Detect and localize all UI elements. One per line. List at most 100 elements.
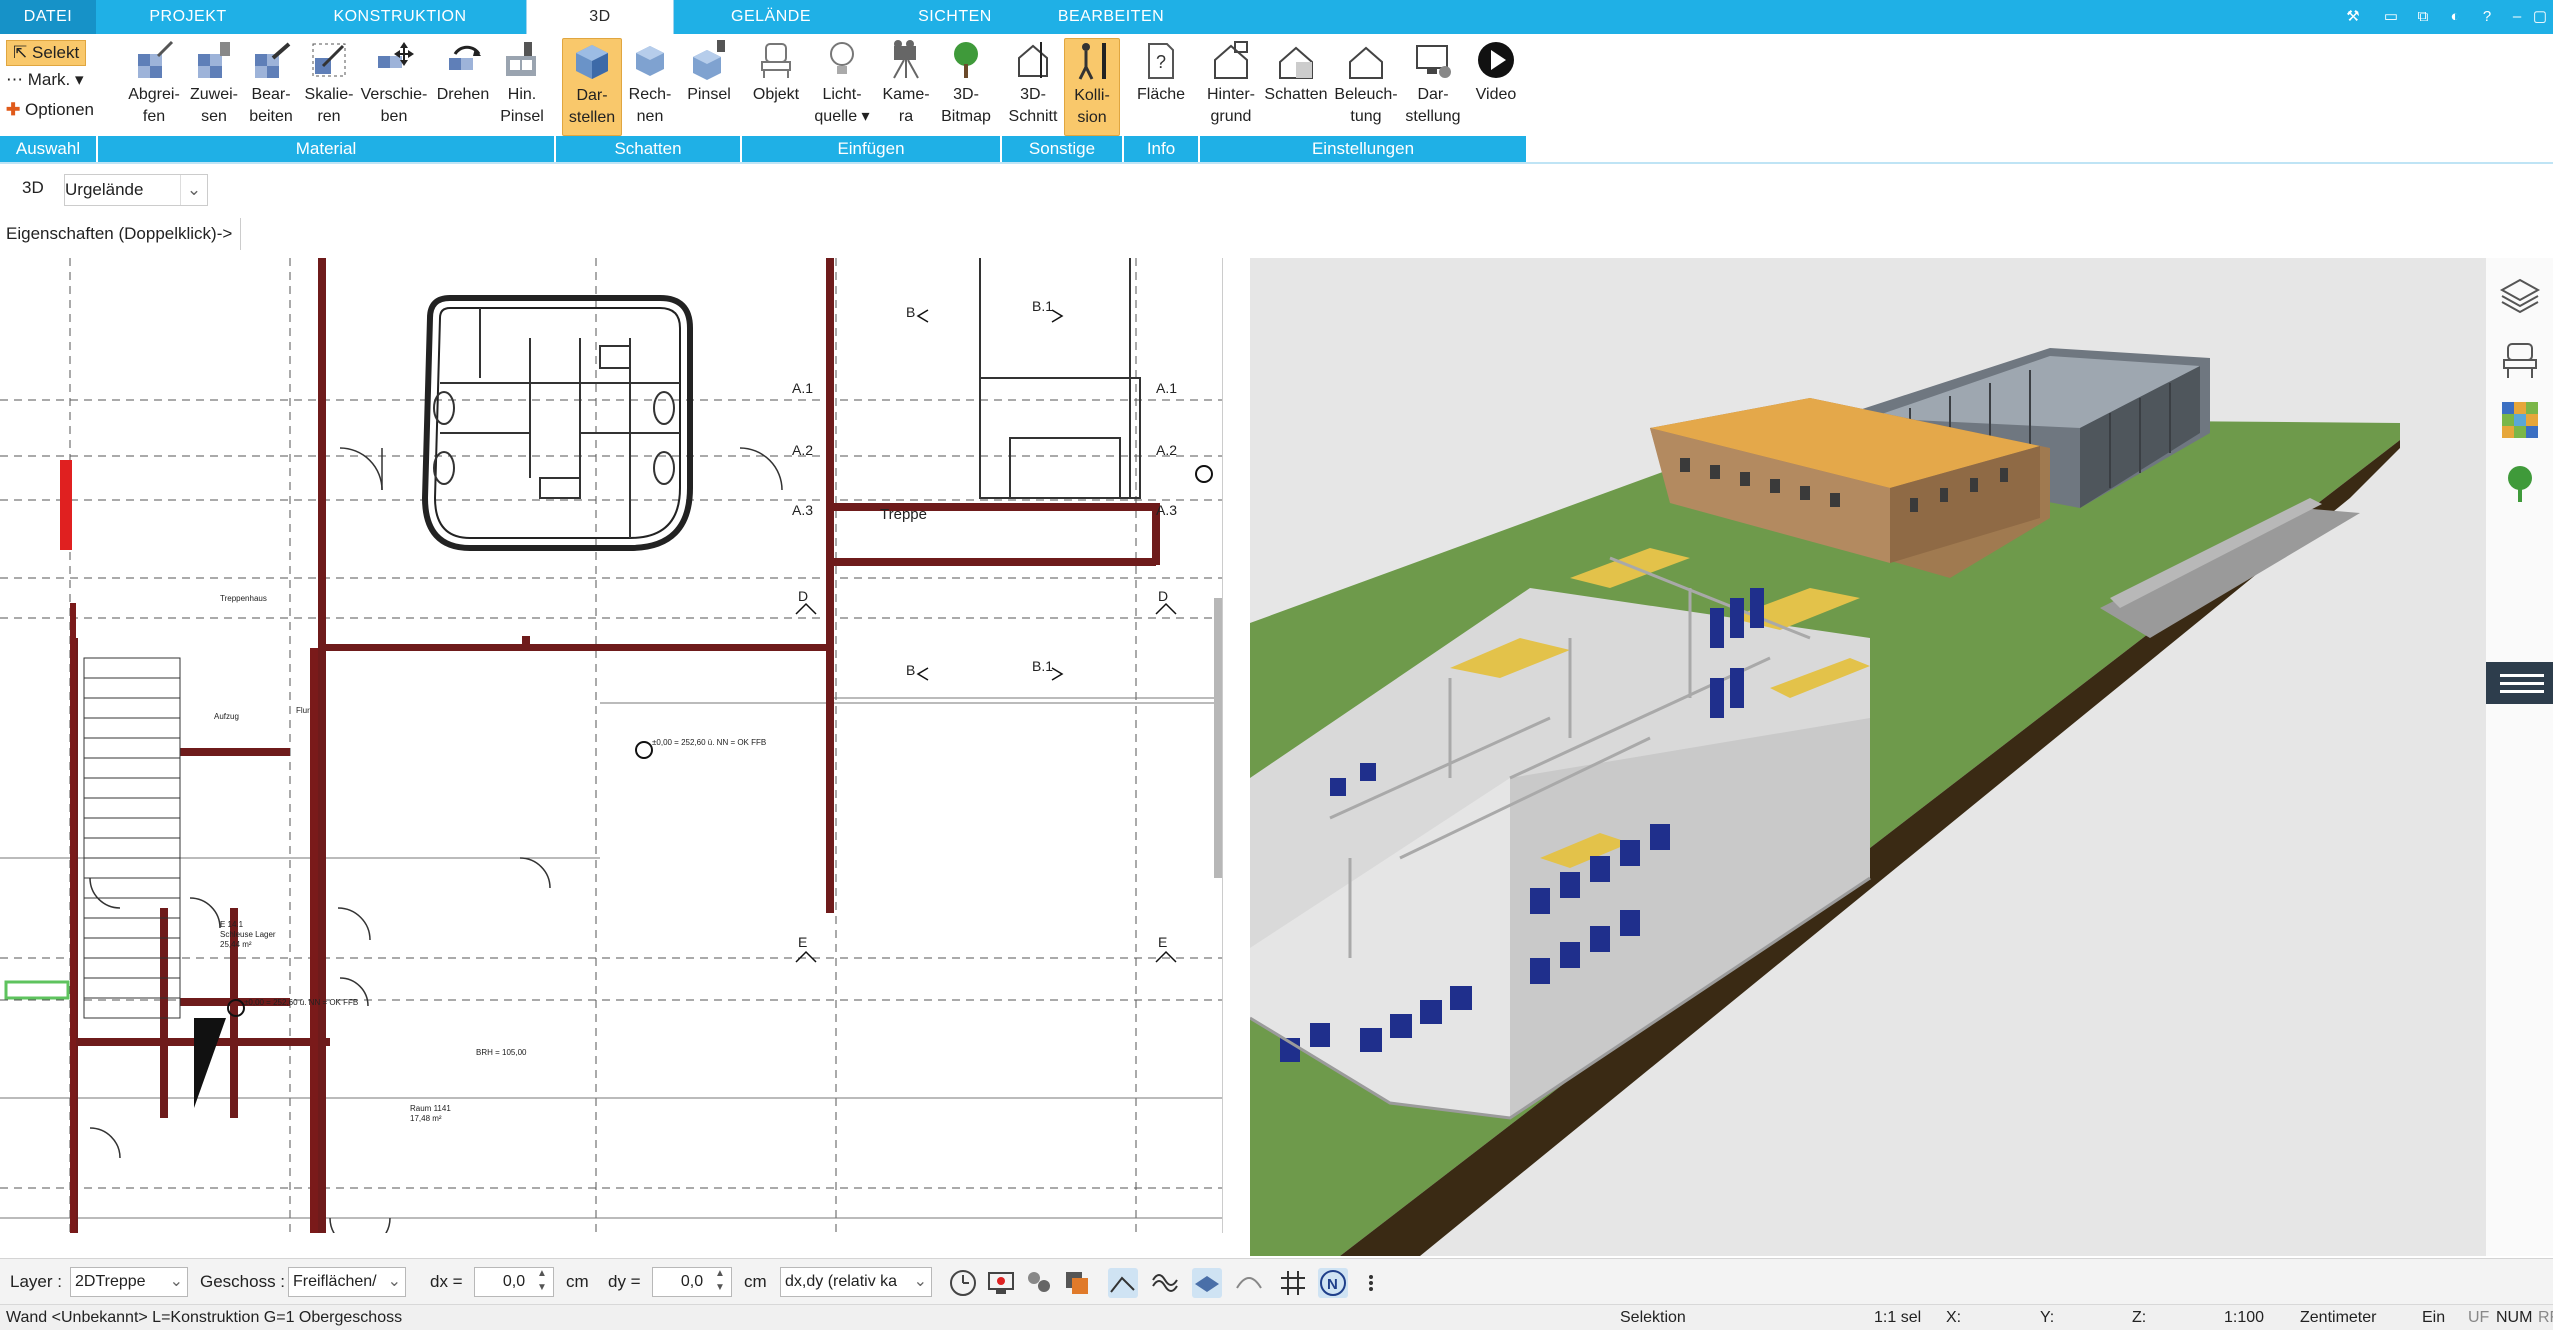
snap-wave-icon[interactable]: [1150, 1268, 1180, 1298]
terrain-dropdown[interactable]: Urgelände ⌄: [64, 174, 208, 206]
furniture-icon[interactable]: [2498, 338, 2542, 382]
plus-icon: ✚: [6, 100, 21, 119]
clock-icon[interactable]: [948, 1268, 978, 1298]
verschieben-button[interactable]: Verschie- ben: [354, 38, 434, 128]
objekt-button[interactable]: Objekt: [746, 38, 806, 106]
abgreifen-button[interactable]: Abgrei- fen: [118, 38, 190, 128]
north-icon[interactable]: N: [1318, 1268, 1348, 1298]
section-icon: [1018, 42, 1048, 78]
coordinate-mode-dropdown[interactable]: dx,dy (relativ ka ⌄: [780, 1267, 932, 1297]
lichtquelle-button[interactable]: Licht- quelle ▾: [806, 38, 878, 128]
hin-pinsel-label1: Hin.: [507, 86, 537, 103]
tab-gelaende[interactable]: GELÄNDE: [716, 0, 826, 34]
plan-label-d-right: D: [1158, 588, 1169, 604]
mark-icon: ⋯: [6, 70, 23, 89]
background-icon: [1214, 41, 1248, 79]
einst-schatten-button[interactable]: Schatten: [1260, 38, 1332, 106]
hintergrund-button[interactable]: Hinter- grund: [1200, 38, 1262, 128]
hin-pinsel-button[interactable]: Hin. Pinsel: [494, 38, 550, 128]
help-icon[interactable]: ?: [2474, 4, 2500, 30]
3d-view[interactable]: [1250, 258, 2486, 1256]
snap-line-icon[interactable]: [1108, 1268, 1138, 1298]
selekt-button[interactable]: ⇱ Selekt: [6, 40, 87, 66]
mark-label: Mark.: [27, 70, 71, 89]
objects-icon[interactable]: [1024, 1268, 1054, 1298]
cube-calc-icon: [636, 46, 664, 76]
tab-sichten[interactable]: SICHTEN: [900, 0, 1010, 34]
plan-label-treppe: Treppe: [880, 506, 927, 523]
optionen-button[interactable]: ✚ Optionen: [6, 98, 94, 122]
plan-room-1141-area: 17,48 m²: [410, 1114, 442, 1123]
abgreifen-label1: Abgrei-: [128, 86, 180, 103]
group-schatten: Schatten: [556, 136, 740, 162]
3d-schnitt-button[interactable]: 3D- Schnitt: [1004, 38, 1062, 128]
flaeche-button[interactable]: ? Fläche: [1126, 38, 1196, 106]
layers-stack-icon[interactable]: [1062, 1268, 1092, 1298]
tab-konstruktion[interactable]: KONSTRUKTION: [318, 0, 482, 34]
restore-icon[interactable]: ▢: [2527, 4, 2553, 30]
grid-icon[interactable]: [1278, 1268, 1308, 1298]
kamera-label2: ra: [898, 108, 914, 125]
plan-label-e-right: E: [1158, 934, 1168, 950]
status-unit: Zentimeter: [2300, 1309, 2377, 1326]
kamera-label1: Kame-: [882, 86, 930, 103]
zuweisen-button[interactable]: Zuwei- sen: [182, 38, 246, 128]
skalieren-button[interactable]: Skalie- ren: [298, 38, 360, 128]
screen-record-icon[interactable]: [986, 1268, 1016, 1298]
bearbeiten-label2: beiten: [249, 108, 293, 125]
3d-schnitt-label1: 3D-: [1020, 86, 1046, 103]
plan-room-14-1-name: Schleuse Lager: [220, 930, 276, 939]
tab-projekt[interactable]: PROJEKT: [128, 0, 248, 34]
layers-icon[interactable]: [2498, 274, 2542, 318]
objekt-label1: Objekt: [752, 86, 800, 103]
zuweisen-label1: Zuwei-: [189, 86, 238, 103]
tab-3d[interactable]: 3D: [526, 0, 674, 34]
theme-icon[interactable]: ◐: [2442, 4, 2468, 30]
move-icon: [378, 42, 414, 68]
3d-schnitt-label2: Schnitt: [1008, 108, 1058, 125]
chevron-down-icon: ⌄: [913, 1273, 927, 1290]
darstellen-button[interactable]: Dar- stellen: [562, 38, 622, 136]
tab-datei[interactable]: DATEI: [0, 0, 96, 34]
schatten-pinsel-button[interactable]: Pinsel: [680, 38, 738, 106]
darstellung-button[interactable]: Dar- stellung: [1398, 38, 1468, 128]
geschoss-dropdown[interactable]: Freiflächen/ ⌄: [288, 1267, 406, 1297]
hamburger-menu-icon[interactable]: [2486, 662, 2553, 704]
snap-curve-icon[interactable]: [1234, 1268, 1264, 1298]
layer-label: Layer :: [10, 1272, 62, 1291]
materials-palette-icon[interactable]: [2498, 398, 2542, 442]
plants-icon[interactable]: [2498, 462, 2542, 506]
snap-plane-icon[interactable]: [1192, 1268, 1222, 1298]
floor-plan-view[interactable]: Treppe A.1 A.1 A.2 A.2 A.3 A.3 B B B.1 B…: [0, 258, 1223, 1233]
layer-dropdown[interactable]: 2DTreppe ⌄: [70, 1267, 188, 1297]
darstellung-label1: Dar-: [1417, 86, 1449, 103]
dy-label: dy =: [608, 1272, 641, 1291]
window-icon[interactable]: ⧉: [2410, 4, 2436, 30]
area-icon: ?: [1148, 43, 1174, 79]
bearbeiten-button[interactable]: Bear- beiten: [240, 38, 302, 128]
status-uf: UF: [2468, 1309, 2490, 1326]
drehen-button[interactable]: Drehen: [430, 38, 496, 106]
more-options-icon[interactable]: [1364, 1268, 1378, 1298]
beleuchtung-label1: Beleuch-: [1334, 86, 1398, 103]
video-button[interactable]: Video: [1466, 38, 1526, 106]
properties-hint[interactable]: Eigenschaften (Doppelklick)->: [6, 218, 242, 250]
floor-plan-drawing: [0, 258, 1222, 1233]
bitmap-button[interactable]: 3D- Bitmap: [934, 38, 998, 128]
hin-pinsel-label2: Pinsel: [500, 108, 544, 125]
right-sidebar: [2486, 258, 2553, 1256]
tools-icon[interactable]: ⚒: [2340, 4, 2366, 30]
folder-icon[interactable]: ▭: [2378, 4, 2404, 30]
mark-button[interactable]: ⋯ Mark. ▾: [6, 68, 84, 92]
house-shadow-icon: [1279, 46, 1313, 79]
beleuchtung-button[interactable]: Beleuch- tung: [1332, 38, 1400, 128]
dx-stepper[interactable]: ▲ ▼: [532, 1267, 552, 1297]
optionen-label: Optionen: [24, 100, 94, 119]
tab-bearbeiten[interactable]: BEARBEITEN: [1048, 0, 1174, 34]
kollision-button[interactable]: Kolli- sion: [1064, 38, 1120, 136]
kamera-button[interactable]: Kame- ra: [876, 38, 936, 128]
dy-stepper[interactable]: ▲ ▼: [710, 1267, 730, 1297]
zuweisen-label2: sen: [201, 108, 227, 125]
rechnen-button[interactable]: Rech- nen: [622, 38, 678, 128]
plan-label-b: B: [906, 304, 916, 320]
